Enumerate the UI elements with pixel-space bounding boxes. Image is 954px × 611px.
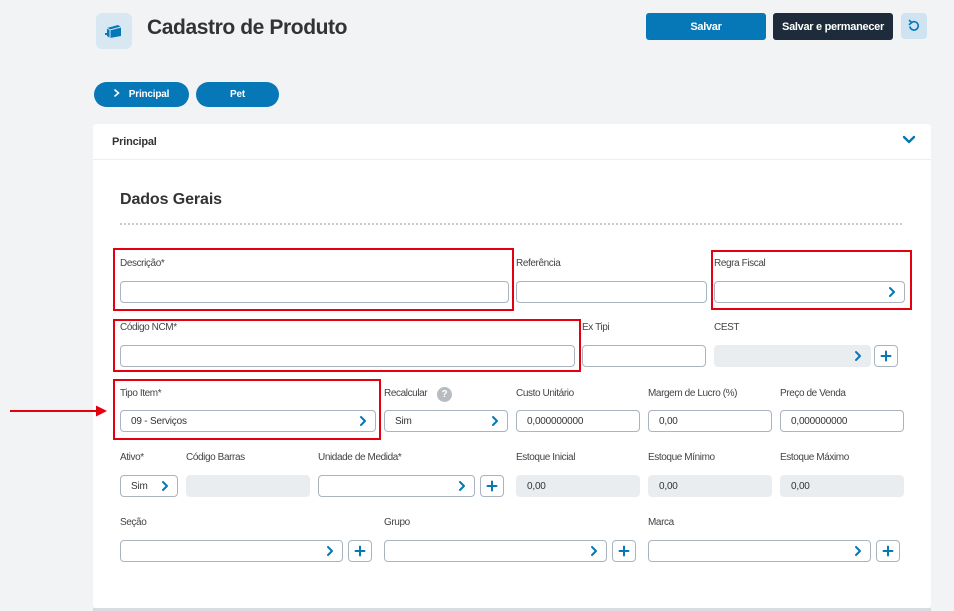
custo-unitario-label: Custo Unitário (516, 388, 574, 399)
margem-lucro-input[interactable]: 0,00 (648, 410, 772, 432)
marca-select[interactable] (648, 540, 871, 562)
grupo-select[interactable] (384, 540, 607, 562)
arrow-right-icon (10, 405, 107, 417)
estoque-inicial-input: 0,00 (516, 475, 640, 497)
add-marca-button[interactable] (876, 540, 900, 562)
chevron-right-icon (459, 481, 465, 491)
preco-venda-input[interactable]: 0,000000000 (780, 410, 904, 432)
highlight-codigo-ncm (113, 319, 581, 372)
chevron-down-icon[interactable] (901, 133, 917, 147)
tab-label: Pet (230, 89, 245, 100)
chevron-right-icon (162, 481, 168, 491)
save-button[interactable]: Salvar (646, 13, 766, 40)
add-grupo-button[interactable] (612, 540, 636, 562)
unidade-medida-label: Unidade de Medida* (318, 452, 402, 463)
chevron-right-icon (113, 89, 120, 100)
section-divider (120, 223, 902, 225)
plus-icon (486, 480, 498, 492)
chevron-right-icon (492, 416, 498, 426)
plus-icon (354, 545, 366, 557)
codigo-barras-label: Código Barras (186, 452, 245, 463)
margem-lucro-label: Margem de Lucro (%) (648, 388, 738, 399)
panel-header[interactable]: Principal (93, 124, 931, 160)
help-icon[interactable]: ? (437, 387, 452, 402)
highlight-tipo-item (113, 379, 381, 440)
chevron-right-icon (591, 546, 597, 556)
tab-pet[interactable]: Pet (196, 82, 279, 107)
undo-icon[interactable] (901, 13, 927, 39)
ex-tipi-input[interactable] (582, 345, 706, 367)
tab-principal[interactable]: Principal (94, 82, 189, 107)
estoque-minimo-input: 0,00 (648, 475, 772, 497)
estoque-minimo-label: Estoque Mínimo (648, 452, 715, 463)
section-title: Dados Gerais (120, 191, 222, 208)
chevron-right-icon (327, 546, 333, 556)
secao-select[interactable] (120, 540, 343, 562)
estoque-maximo-label: Estoque Máximo (780, 452, 849, 463)
referencia-input[interactable] (516, 281, 707, 303)
add-secao-button[interactable] (348, 540, 372, 562)
plus-icon (618, 545, 630, 557)
select-value: Sim (131, 480, 148, 492)
page-title: Cadastro de Produto (147, 16, 348, 39)
ativo-select[interactable]: Sim (120, 475, 178, 497)
estoque-maximo-input: 0,00 (780, 475, 904, 497)
page-header: Cadastro de Produto Salvar Salvar e perm… (0, 0, 954, 60)
plus-icon (880, 350, 892, 362)
panel-title: Principal (112, 136, 157, 148)
recalcular-label: Recalcular (384, 388, 428, 399)
recalcular-select[interactable]: Sim (384, 410, 508, 432)
chevron-right-icon (855, 546, 861, 556)
plus-icon (882, 545, 894, 557)
preco-venda-label: Preço de Venda (780, 388, 846, 399)
add-unidade-button[interactable] (480, 475, 504, 497)
highlight-descricao (113, 248, 514, 311)
tab-label: Principal (128, 89, 170, 100)
unidade-medida-select[interactable] (318, 475, 475, 497)
highlight-regra-fiscal (711, 250, 912, 310)
estoque-inicial-label: Estoque Inicial (516, 452, 576, 463)
cest-select[interactable] (714, 345, 871, 367)
grupo-label: Grupo (384, 517, 410, 528)
custo-unitario-input[interactable]: 0,000000000 (516, 410, 640, 432)
select-value: Sim (395, 415, 412, 427)
codigo-barras-input (186, 475, 310, 497)
save-and-stay-button[interactable]: Salvar e permanecer (773, 13, 893, 40)
ativo-label: Ativo* (120, 452, 144, 463)
box-icon (96, 13, 132, 49)
add-cest-button[interactable] (874, 345, 898, 367)
referencia-label: Referência (516, 258, 561, 269)
marca-label: Marca (648, 517, 674, 528)
chevron-right-icon (855, 351, 861, 361)
ex-tipi-label: Ex Tipi (582, 322, 610, 333)
secao-label: Seção (120, 517, 147, 528)
cest-label: CEST (714, 322, 740, 333)
